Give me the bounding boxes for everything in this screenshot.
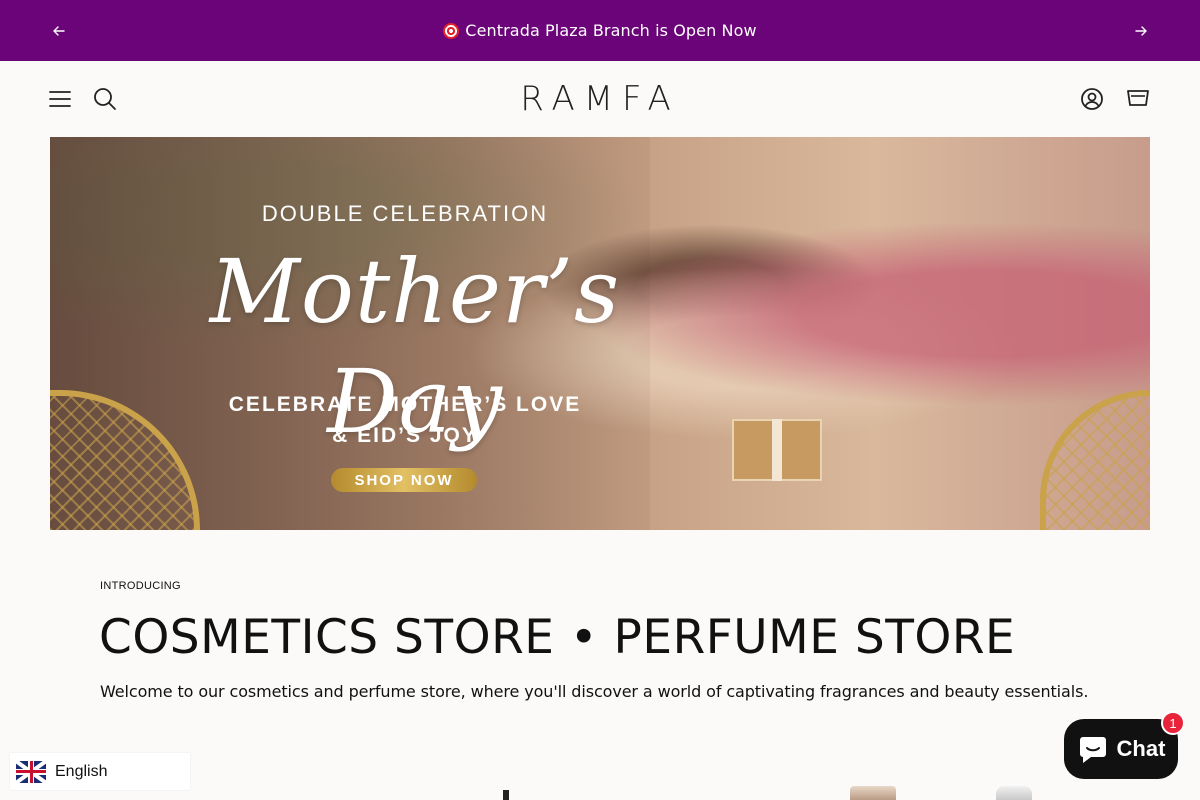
chat-label: Chat <box>1116 736 1166 761</box>
language-label: English <box>55 762 108 780</box>
announcement-bar: Centrada Plaza Branch is Open Now <box>0 0 1200 61</box>
gift-box-image <box>732 419 822 481</box>
announcement-message[interactable]: Centrada Plaza Branch is Open Now <box>443 21 757 40</box>
hero-kicker: DOUBLE CELEBRATION <box>261 201 549 226</box>
previous-announcement-button[interactable] <box>39 0 79 61</box>
site-header: RAMFA <box>0 61 1200 137</box>
arrow-left-icon <box>53 25 65 36</box>
product-image-peek <box>996 786 1032 800</box>
uk-flag-icon <box>16 760 46 783</box>
next-announcement-button[interactable] <box>1121 0 1161 61</box>
chat-unread-badge: 1 <box>1161 711 1185 735</box>
hero-tagline-line2: & EID’S JOY <box>332 424 478 447</box>
arrow-right-icon <box>1135 25 1147 36</box>
hero-tagline: CELEBRATE MOTHER’S LOVE & EID’S JOY <box>205 389 605 451</box>
chat-button[interactable]: Chat 1 <box>1064 711 1185 779</box>
intro-kicker: INTRODUCING <box>100 580 181 592</box>
site-logo[interactable]: RAMFA <box>500 79 700 119</box>
hero-banner[interactable]: DOUBLE CELEBRATION Mother’s Day CELEBRAT… <box>50 137 1150 530</box>
product-image-peek <box>503 790 509 800</box>
target-icon <box>443 22 460 39</box>
search-button[interactable] <box>89 83 121 115</box>
account-button[interactable] <box>1076 83 1108 115</box>
hero-tagline-line1: CELEBRATE MOTHER’S LOVE <box>228 393 582 416</box>
intro-headline: COSMETICS STORE • PERFUME STORE <box>99 610 1016 665</box>
cart-button[interactable] <box>1122 83 1154 115</box>
lattice-ornament-right <box>1040 390 1150 530</box>
intro-description: Welcome to our cosmetics and perfume sto… <box>100 682 1089 701</box>
language-selector[interactable]: English <box>10 753 190 790</box>
product-image-peek <box>850 786 896 800</box>
chat-bubble-icon <box>1079 737 1106 763</box>
search-icon <box>94 88 116 110</box>
account-icon <box>1081 88 1103 110</box>
menu-button[interactable] <box>44 83 76 115</box>
menu-icon <box>49 91 71 107</box>
shop-now-button[interactable]: SHOP NOW <box>331 468 477 492</box>
announcement-text: Centrada Plaza Branch is Open Now <box>465 21 757 40</box>
cart-icon <box>1127 90 1149 106</box>
